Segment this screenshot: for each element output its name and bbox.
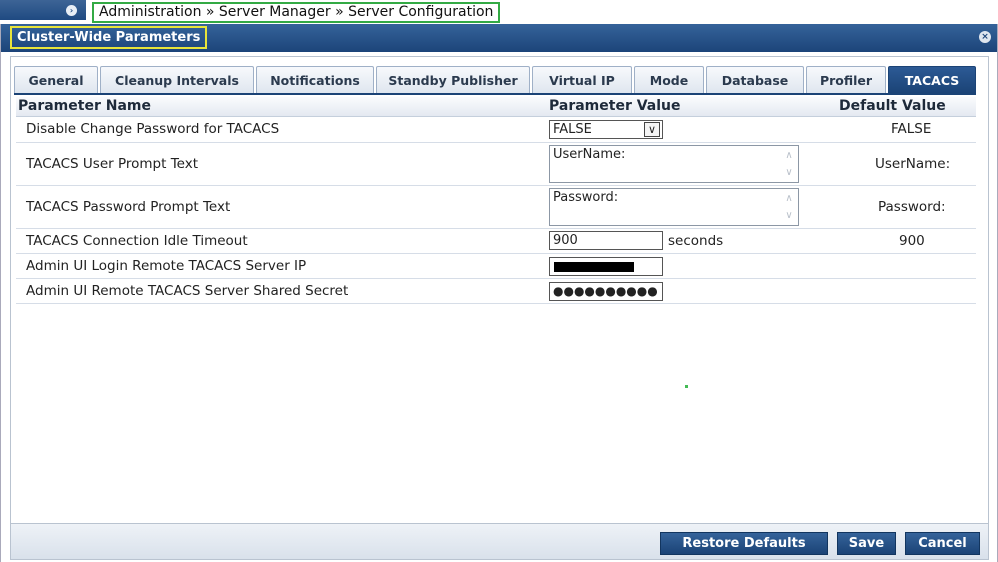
dialog-title: Cluster-Wide Parameters	[10, 26, 208, 49]
password-prompt-textarea[interactable]: Password: ∧ ∨	[549, 188, 799, 226]
scrollbar[interactable]: ∧ ∨	[782, 147, 796, 181]
param-name: Admin UI Login Remote TACACS Server IP	[26, 258, 307, 274]
side-menu-toggle[interactable]: ›	[0, 0, 86, 20]
tab-notifications[interactable]: Notifications	[256, 66, 374, 93]
redacted-value	[554, 262, 634, 272]
table-row: TACACS Connection Idle Timeout 900 secon…	[16, 229, 976, 254]
table-row: Disable Change Password for TACACS FALSE…	[16, 118, 976, 143]
textarea-value: UserName:	[553, 147, 626, 162]
indicator-dot	[685, 385, 688, 388]
table-row: TACACS User Prompt Text UserName: ∧ ∨ Use…	[16, 143, 976, 186]
table-row: TACACS Password Prompt Text Password: ∧ ∨…	[16, 186, 976, 229]
save-button[interactable]: Save	[837, 532, 896, 555]
param-name: TACACS User Prompt Text	[26, 156, 198, 172]
tab-general[interactable]: General	[14, 66, 98, 93]
tab-database[interactable]: Database	[706, 66, 804, 93]
tab-underline	[14, 93, 976, 95]
user-prompt-textarea[interactable]: UserName: ∧ ∨	[549, 145, 799, 183]
dialog-title-bar: Cluster-Wide Parameters ×	[1, 24, 997, 52]
textarea-value: Password:	[553, 190, 619, 205]
chevron-down-icon[interactable]: ∨	[644, 122, 660, 137]
cluster-wide-parameters-dialog: Cluster-Wide Parameters × General Cleanu…	[0, 24, 998, 562]
restore-defaults-button[interactable]: Restore Defaults	[660, 532, 828, 555]
default-value: 900	[899, 233, 925, 249]
dialog-body: General Cleanup Intervals Notifications …	[10, 56, 989, 524]
table-row: Admin UI Login Remote TACACS Server IP	[16, 254, 976, 279]
tab-standby-publisher[interactable]: Standby Publisher	[376, 66, 530, 93]
breadcrumb[interactable]: Administration » Server Manager » Server…	[92, 2, 501, 23]
header-default-value: Default Value	[839, 98, 946, 114]
masked-password: ●●●●●●●●●●	[553, 284, 658, 298]
default-value: FALSE	[891, 121, 932, 137]
disable-change-password-select[interactable]: FALSE ∨	[549, 120, 663, 139]
shared-secret-input[interactable]: ●●●●●●●●●●	[549, 282, 663, 301]
dialog-footer: Restore Defaults Save Cancel	[10, 524, 989, 560]
cancel-button[interactable]: Cancel	[905, 532, 980, 555]
param-name: Disable Change Password for TACACS	[26, 121, 280, 137]
screen: › Administration » Server Manager » Serv…	[0, 0, 998, 562]
tab-cleanup-intervals[interactable]: Cleanup Intervals	[100, 66, 254, 93]
param-name: TACACS Password Prompt Text	[26, 199, 231, 215]
scrollbar[interactable]: ∧ ∨	[782, 190, 796, 224]
select-value: FALSE	[553, 122, 592, 137]
header-parameter-value: Parameter Value	[549, 98, 681, 114]
close-icon[interactable]: ×	[979, 31, 991, 43]
top-bar: › Administration » Server Manager » Serv…	[0, 0, 998, 25]
default-value: Password:	[878, 199, 946, 215]
chevron-right-icon: ›	[66, 5, 77, 16]
tab-mode[interactable]: Mode	[634, 66, 704, 93]
tab-tacacs[interactable]: TACACS	[888, 66, 976, 93]
table-header: Parameter Name Parameter Value Default V…	[16, 97, 976, 117]
tab-virtual-ip[interactable]: Virtual IP	[532, 66, 632, 93]
default-value: UserName:	[875, 156, 951, 172]
tab-profiler[interactable]: Profiler	[806, 66, 886, 93]
remote-tacacs-server-ip-input[interactable]	[549, 257, 663, 276]
unit-label: seconds	[668, 233, 724, 249]
input-value: 900	[553, 233, 578, 248]
param-name: Admin UI Remote TACACS Server Shared Sec…	[26, 283, 349, 299]
idle-timeout-input[interactable]: 900	[549, 231, 663, 250]
header-parameter-name: Parameter Name	[18, 98, 151, 114]
table-row: Admin UI Remote TACACS Server Shared Sec…	[16, 279, 976, 304]
param-name: TACACS Connection Idle Timeout	[26, 233, 248, 249]
